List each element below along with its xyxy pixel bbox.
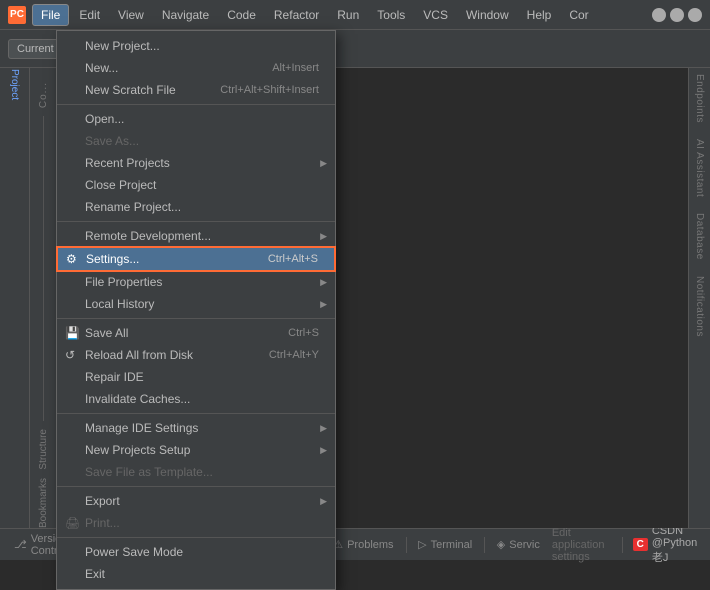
title-bar: PC File Edit View Navigate Code Refactor… (0, 0, 710, 30)
menu-bar: File Edit View Navigate Code Refactor Ru… (32, 4, 652, 26)
menu-cor[interactable]: Cor (561, 5, 596, 25)
menu-item-new-projects-setup[interactable]: New Projects Setup (57, 439, 335, 461)
close-button[interactable] (688, 8, 702, 22)
menu-item-save-as: Save As... (57, 130, 335, 152)
separator-2 (57, 221, 335, 222)
menu-run[interactable]: Run (329, 5, 367, 25)
settings-menu-icon: ⚙ (66, 252, 77, 266)
structure-label: Structure (38, 429, 49, 470)
window-controls (652, 8, 702, 22)
menu-window[interactable]: Window (458, 5, 517, 25)
menu-item-save-all[interactable]: 💾 Save All Ctrl+S (57, 322, 335, 344)
terminal-icon: ▷ (418, 538, 426, 551)
status-right: Edit application settings C CSDN @Python… (552, 525, 702, 565)
menu-item-rename-project[interactable]: Rename Project... (57, 196, 335, 218)
vc-icon: ⎇ (14, 538, 27, 551)
project-icon[interactable]: Project (2, 72, 28, 98)
panel-divider (43, 116, 44, 421)
menu-edit[interactable]: Edit (71, 5, 108, 25)
csdn-label: CSDN @Python老J (652, 525, 702, 565)
menu-item-manage-ide[interactable]: Manage IDE Settings (57, 417, 335, 439)
problems-status[interactable]: ⚠ Problems (327, 536, 399, 553)
print-icon: 🖨 (65, 516, 80, 530)
menu-refactor[interactable]: Refactor (266, 5, 327, 25)
ai-assistant-label[interactable]: AI Assistant (694, 139, 705, 197)
app-icon: PC (8, 6, 26, 24)
settings-shortcut: Ctrl+Alt+S (268, 253, 318, 265)
save-all-shortcut: Ctrl+S (288, 327, 319, 339)
reload-shortcut: Ctrl+Alt+Y (269, 349, 319, 361)
menu-help[interactable]: Help (519, 5, 560, 25)
menu-item-repair-ide[interactable]: Repair IDE (57, 366, 335, 388)
terminal-label: Terminal (431, 539, 473, 551)
services-status[interactable]: ◈ Servic (491, 536, 546, 553)
bookmarks-label: Bookmarks (38, 478, 49, 528)
edit-app-settings: Edit application settings (552, 527, 612, 563)
menu-item-reload-all[interactable]: ↺ Reload All from Disk Ctrl+Alt+Y (57, 344, 335, 366)
menu-item-new-scratch[interactable]: New Scratch File Ctrl+Alt+Shift+Insert (57, 79, 335, 101)
notifications-label[interactable]: Notifications (694, 276, 705, 337)
database-label[interactable]: Database (694, 213, 705, 260)
menu-item-print: 🖨 Print... (57, 512, 335, 534)
separator-1 (57, 104, 335, 105)
csdn-icon: C (633, 538, 648, 551)
new-shortcut: Alt+Insert (272, 62, 319, 74)
status-sep-5 (406, 537, 407, 553)
separator-6 (57, 537, 335, 538)
menu-view[interactable]: View (110, 5, 152, 25)
separator-4 (57, 413, 335, 414)
separator-5 (57, 486, 335, 487)
right-sidebar: Endpoints AI Assistant Database Notifica… (688, 68, 710, 528)
menu-item-local-history[interactable]: Local History (57, 293, 335, 315)
menu-navigate[interactable]: Navigate (154, 5, 217, 25)
minimize-button[interactable] (652, 8, 666, 22)
menu-item-file-properties[interactable]: File Properties (57, 271, 335, 293)
maximize-button[interactable] (670, 8, 684, 22)
file-menu-dropdown: New Project... New... Alt+Insert New Scr… (56, 30, 336, 590)
menu-item-new[interactable]: New... Alt+Insert (57, 57, 335, 79)
menu-file[interactable]: File (32, 4, 69, 26)
services-label: Servic (509, 539, 540, 551)
reload-icon: ↺ (65, 348, 75, 362)
problems-label: Problems (347, 539, 393, 551)
menu-item-open[interactable]: Open... (57, 108, 335, 130)
project-panel: Co... Structure Bookmarks (30, 68, 58, 528)
save-all-icon: 💾 (65, 326, 80, 340)
left-sidebar: Project (0, 68, 30, 528)
menu-item-settings[interactable]: ⚙ Settings... Ctrl+Alt+S (57, 247, 335, 271)
menu-vcs[interactable]: VCS (415, 5, 456, 25)
menu-item-invalidate-caches[interactable]: Invalidate Caches... (57, 388, 335, 410)
separator-3 (57, 318, 335, 319)
scratch-shortcut: Ctrl+Alt+Shift+Insert (220, 84, 319, 96)
menu-item-export[interactable]: Export (57, 490, 335, 512)
status-sep-6 (484, 537, 485, 553)
menu-tools[interactable]: Tools (369, 5, 413, 25)
menu-item-recent-projects[interactable]: Recent Projects (57, 152, 335, 174)
terminal-status[interactable]: ▷ Terminal (412, 536, 478, 553)
menu-item-save-as-template: Save File as Template... (57, 461, 335, 483)
status-right-sep (622, 537, 623, 553)
menu-item-close-project[interactable]: Close Project (57, 174, 335, 196)
menu-item-remote-dev[interactable]: Remote Development... (57, 225, 335, 247)
project-panel-label: Co... (38, 82, 49, 108)
menu-item-new-project[interactable]: New Project... (57, 35, 335, 57)
endpoints-label[interactable]: Endpoints (694, 74, 705, 123)
menu-code[interactable]: Code (219, 5, 264, 25)
menu-item-exit[interactable]: Exit (57, 563, 335, 585)
services-icon: ◈ (497, 538, 505, 551)
